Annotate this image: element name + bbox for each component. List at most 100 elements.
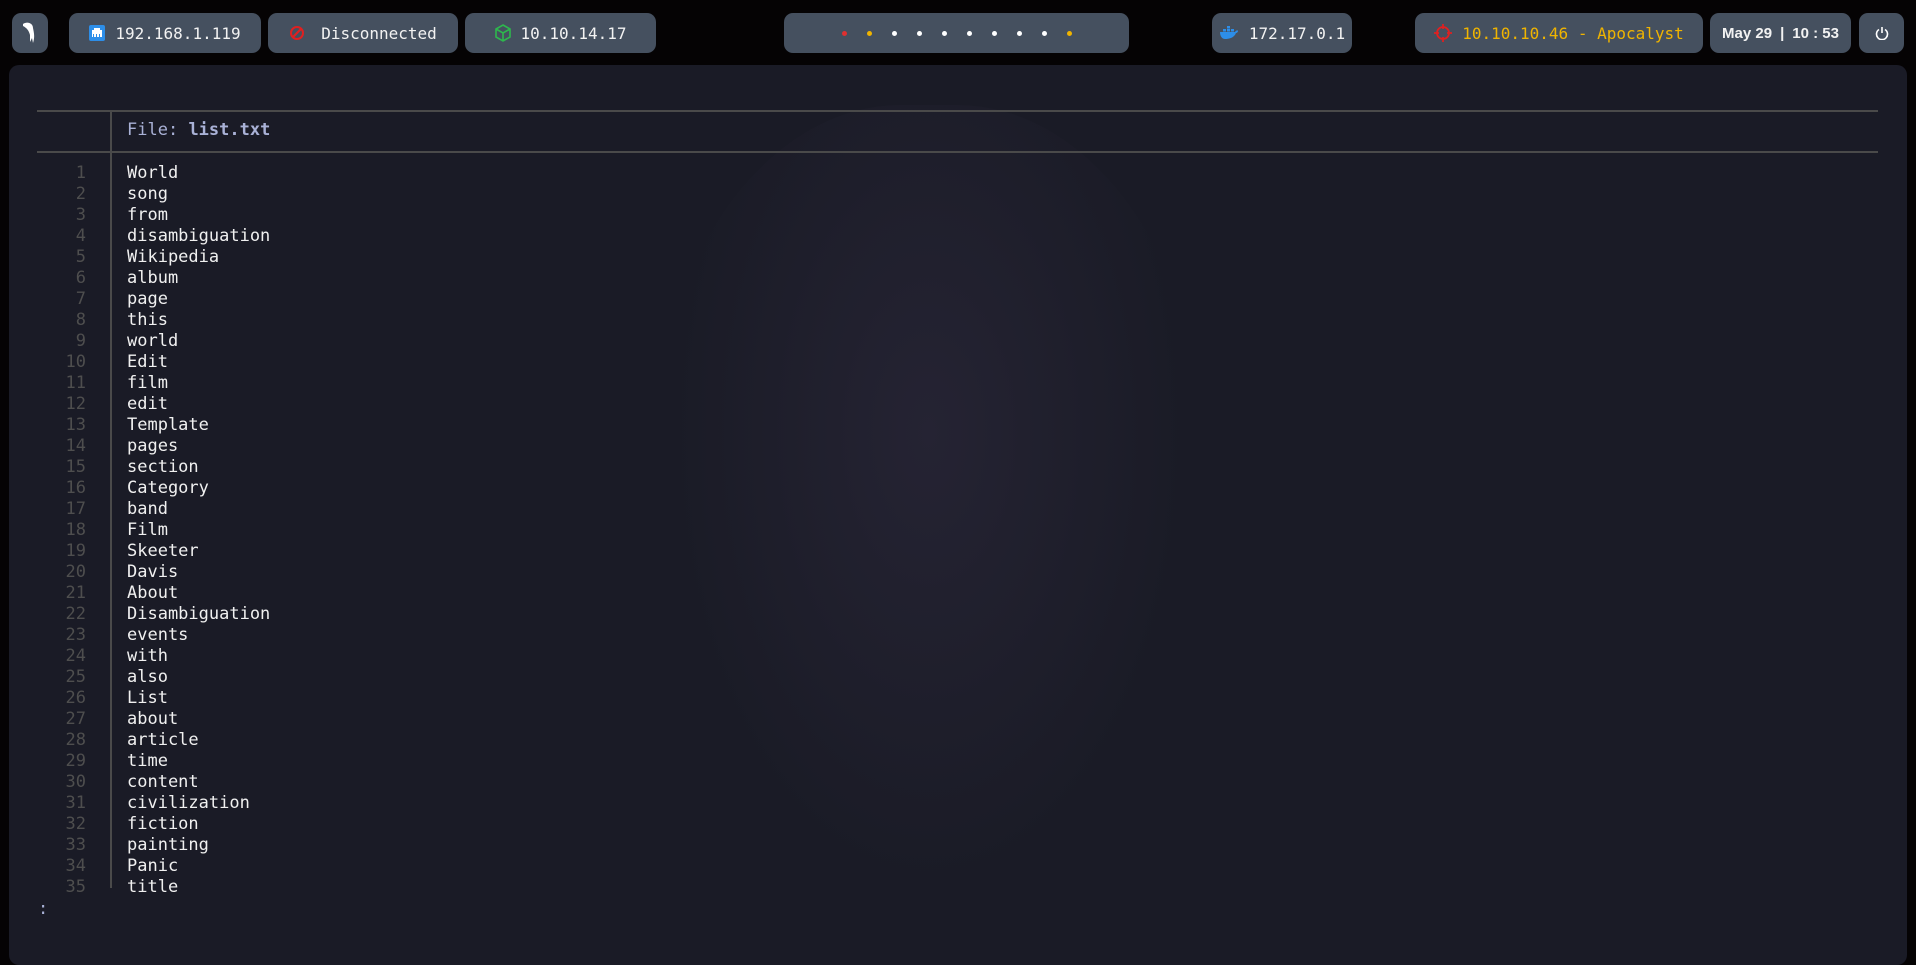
line-text: Edit bbox=[127, 351, 168, 372]
line-text: time bbox=[127, 750, 168, 771]
line-number: 35 bbox=[65, 876, 86, 897]
line-number: 16 bbox=[65, 477, 86, 498]
line-number: 18 bbox=[65, 519, 86, 540]
line-text: Template bbox=[127, 414, 209, 435]
workspace-dot-5[interactable] bbox=[941, 30, 947, 36]
line: 19 Skeeter bbox=[37, 540, 270, 561]
line: 13 Template bbox=[37, 414, 270, 435]
line-number: 29 bbox=[65, 750, 86, 771]
workspace-dot-9[interactable] bbox=[1041, 30, 1047, 36]
line-text: Skeeter bbox=[127, 540, 199, 561]
header-top-rule bbox=[37, 110, 1878, 112]
line-number: 33 bbox=[65, 834, 86, 855]
workspace-switcher[interactable] bbox=[784, 13, 1129, 53]
local-ip-widget[interactable]: 192.168.1.119 bbox=[69, 13, 261, 53]
file-label: File: bbox=[127, 120, 179, 140]
line-text: section bbox=[127, 456, 199, 477]
line-number: 5 bbox=[75, 246, 86, 267]
line: 5 Wikipedia bbox=[37, 246, 270, 267]
line-number: 2 bbox=[75, 183, 86, 204]
line: 8 this bbox=[37, 309, 270, 330]
line-number: 30 bbox=[65, 771, 86, 792]
line-number: 31 bbox=[65, 792, 86, 813]
line-text: Wikipedia bbox=[127, 246, 220, 267]
line-text: About bbox=[127, 582, 179, 603]
workspace-dot-7[interactable] bbox=[991, 30, 997, 36]
date: May 29 bbox=[1722, 24, 1773, 42]
line-text: with bbox=[127, 645, 168, 666]
line-number: 13 bbox=[65, 414, 86, 435]
local-ip: 192.168.1.119 bbox=[115, 23, 241, 43]
workspace-dot-2[interactable] bbox=[866, 30, 872, 36]
line-text: fiction bbox=[127, 813, 199, 834]
line-text: about bbox=[127, 708, 179, 729]
workspace-dot-1[interactable] bbox=[841, 30, 847, 36]
workspace-dot-8[interactable] bbox=[1016, 30, 1022, 36]
menu-button[interactable] bbox=[12, 13, 48, 53]
line-text: Category bbox=[127, 477, 209, 498]
line-number: 1 bbox=[75, 162, 86, 183]
line: 26 List bbox=[37, 687, 270, 708]
line: 34 Panic bbox=[37, 855, 270, 876]
line: 20 Davis bbox=[37, 561, 270, 582]
line-number: 8 bbox=[75, 309, 86, 330]
line: 25 also bbox=[37, 666, 270, 687]
line: 7 page bbox=[37, 288, 270, 309]
line: 14 pages bbox=[37, 435, 270, 456]
workspace-dot-3[interactable] bbox=[891, 30, 897, 36]
line-text: edit bbox=[127, 393, 168, 414]
line-text: World bbox=[127, 162, 179, 183]
line-text: Disambiguation bbox=[127, 603, 271, 624]
line-text: world bbox=[127, 330, 179, 351]
line: 6 album bbox=[37, 267, 270, 288]
pager-prompt[interactable]: : bbox=[38, 899, 48, 919]
line-number: 24 bbox=[65, 645, 86, 666]
line-number: 23 bbox=[65, 624, 86, 645]
line-number: 3 bbox=[75, 204, 86, 225]
vpn-status-widget[interactable]: Disconnected bbox=[268, 13, 458, 53]
target-widget[interactable]: 10.10.10.46 - Apocalyst bbox=[1415, 13, 1703, 53]
vpn-ip-widget[interactable]: 10.10.14.17 bbox=[465, 13, 656, 53]
line: 22 Disambiguation bbox=[37, 603, 271, 624]
wallpaper-skull bbox=[649, 105, 1209, 925]
line-number: 28 bbox=[65, 729, 86, 750]
workspace-dot-4[interactable] bbox=[916, 30, 922, 36]
line: 31 civilization bbox=[37, 792, 270, 813]
line-number: 32 bbox=[65, 813, 86, 834]
line-number: 12 bbox=[65, 393, 86, 414]
line-text: article bbox=[127, 729, 199, 750]
line-text: pages bbox=[127, 435, 179, 456]
docker-ip: 172.17.0.1 bbox=[1248, 23, 1346, 43]
line: 3 from bbox=[37, 204, 270, 225]
docker-ip-widget[interactable]: 172.17.0.1 bbox=[1212, 13, 1352, 53]
line: 2 song bbox=[37, 183, 270, 204]
file-content: 1 World 2 song 3 from 4 disambiguation 5 Wikipedi… bbox=[37, 162, 271, 897]
line: 30 content bbox=[37, 771, 270, 792]
line: 32 fiction bbox=[37, 813, 270, 834]
workspace-dot-10[interactable] bbox=[1066, 30, 1072, 36]
line-number: 15 bbox=[65, 456, 86, 477]
line-number: 7 bbox=[75, 288, 86, 309]
line-number: 6 bbox=[75, 267, 86, 288]
line-text: from bbox=[127, 204, 168, 225]
line: 27 about bbox=[37, 708, 270, 729]
clock-widget[interactable]: May 29 | 10 : 53 bbox=[1710, 13, 1851, 53]
target: 10.10.10.46 - Apocalyst bbox=[1462, 23, 1684, 43]
line-text: title bbox=[127, 876, 179, 897]
time: 10 : 53 bbox=[1792, 24, 1839, 42]
line: 18 Film bbox=[37, 519, 270, 540]
power-button[interactable] bbox=[1859, 13, 1904, 53]
workspace-dot-6[interactable] bbox=[966, 30, 972, 36]
line: 16 Category bbox=[37, 477, 270, 498]
line: 1 World bbox=[37, 162, 270, 183]
terminal-window[interactable]: File: list.txt 1 World 2 song 3 from 4 disambig… bbox=[9, 65, 1907, 965]
line: 24 with bbox=[37, 645, 270, 666]
header-bottom-rule bbox=[37, 151, 1878, 153]
line-text: also bbox=[127, 666, 168, 687]
line-text: page bbox=[127, 288, 168, 309]
parrot-icon bbox=[23, 22, 35, 43]
line-text: film bbox=[127, 372, 168, 393]
line: 10 Edit bbox=[37, 351, 270, 372]
line-text: band bbox=[127, 498, 168, 519]
line-text: disambiguation bbox=[127, 225, 271, 246]
